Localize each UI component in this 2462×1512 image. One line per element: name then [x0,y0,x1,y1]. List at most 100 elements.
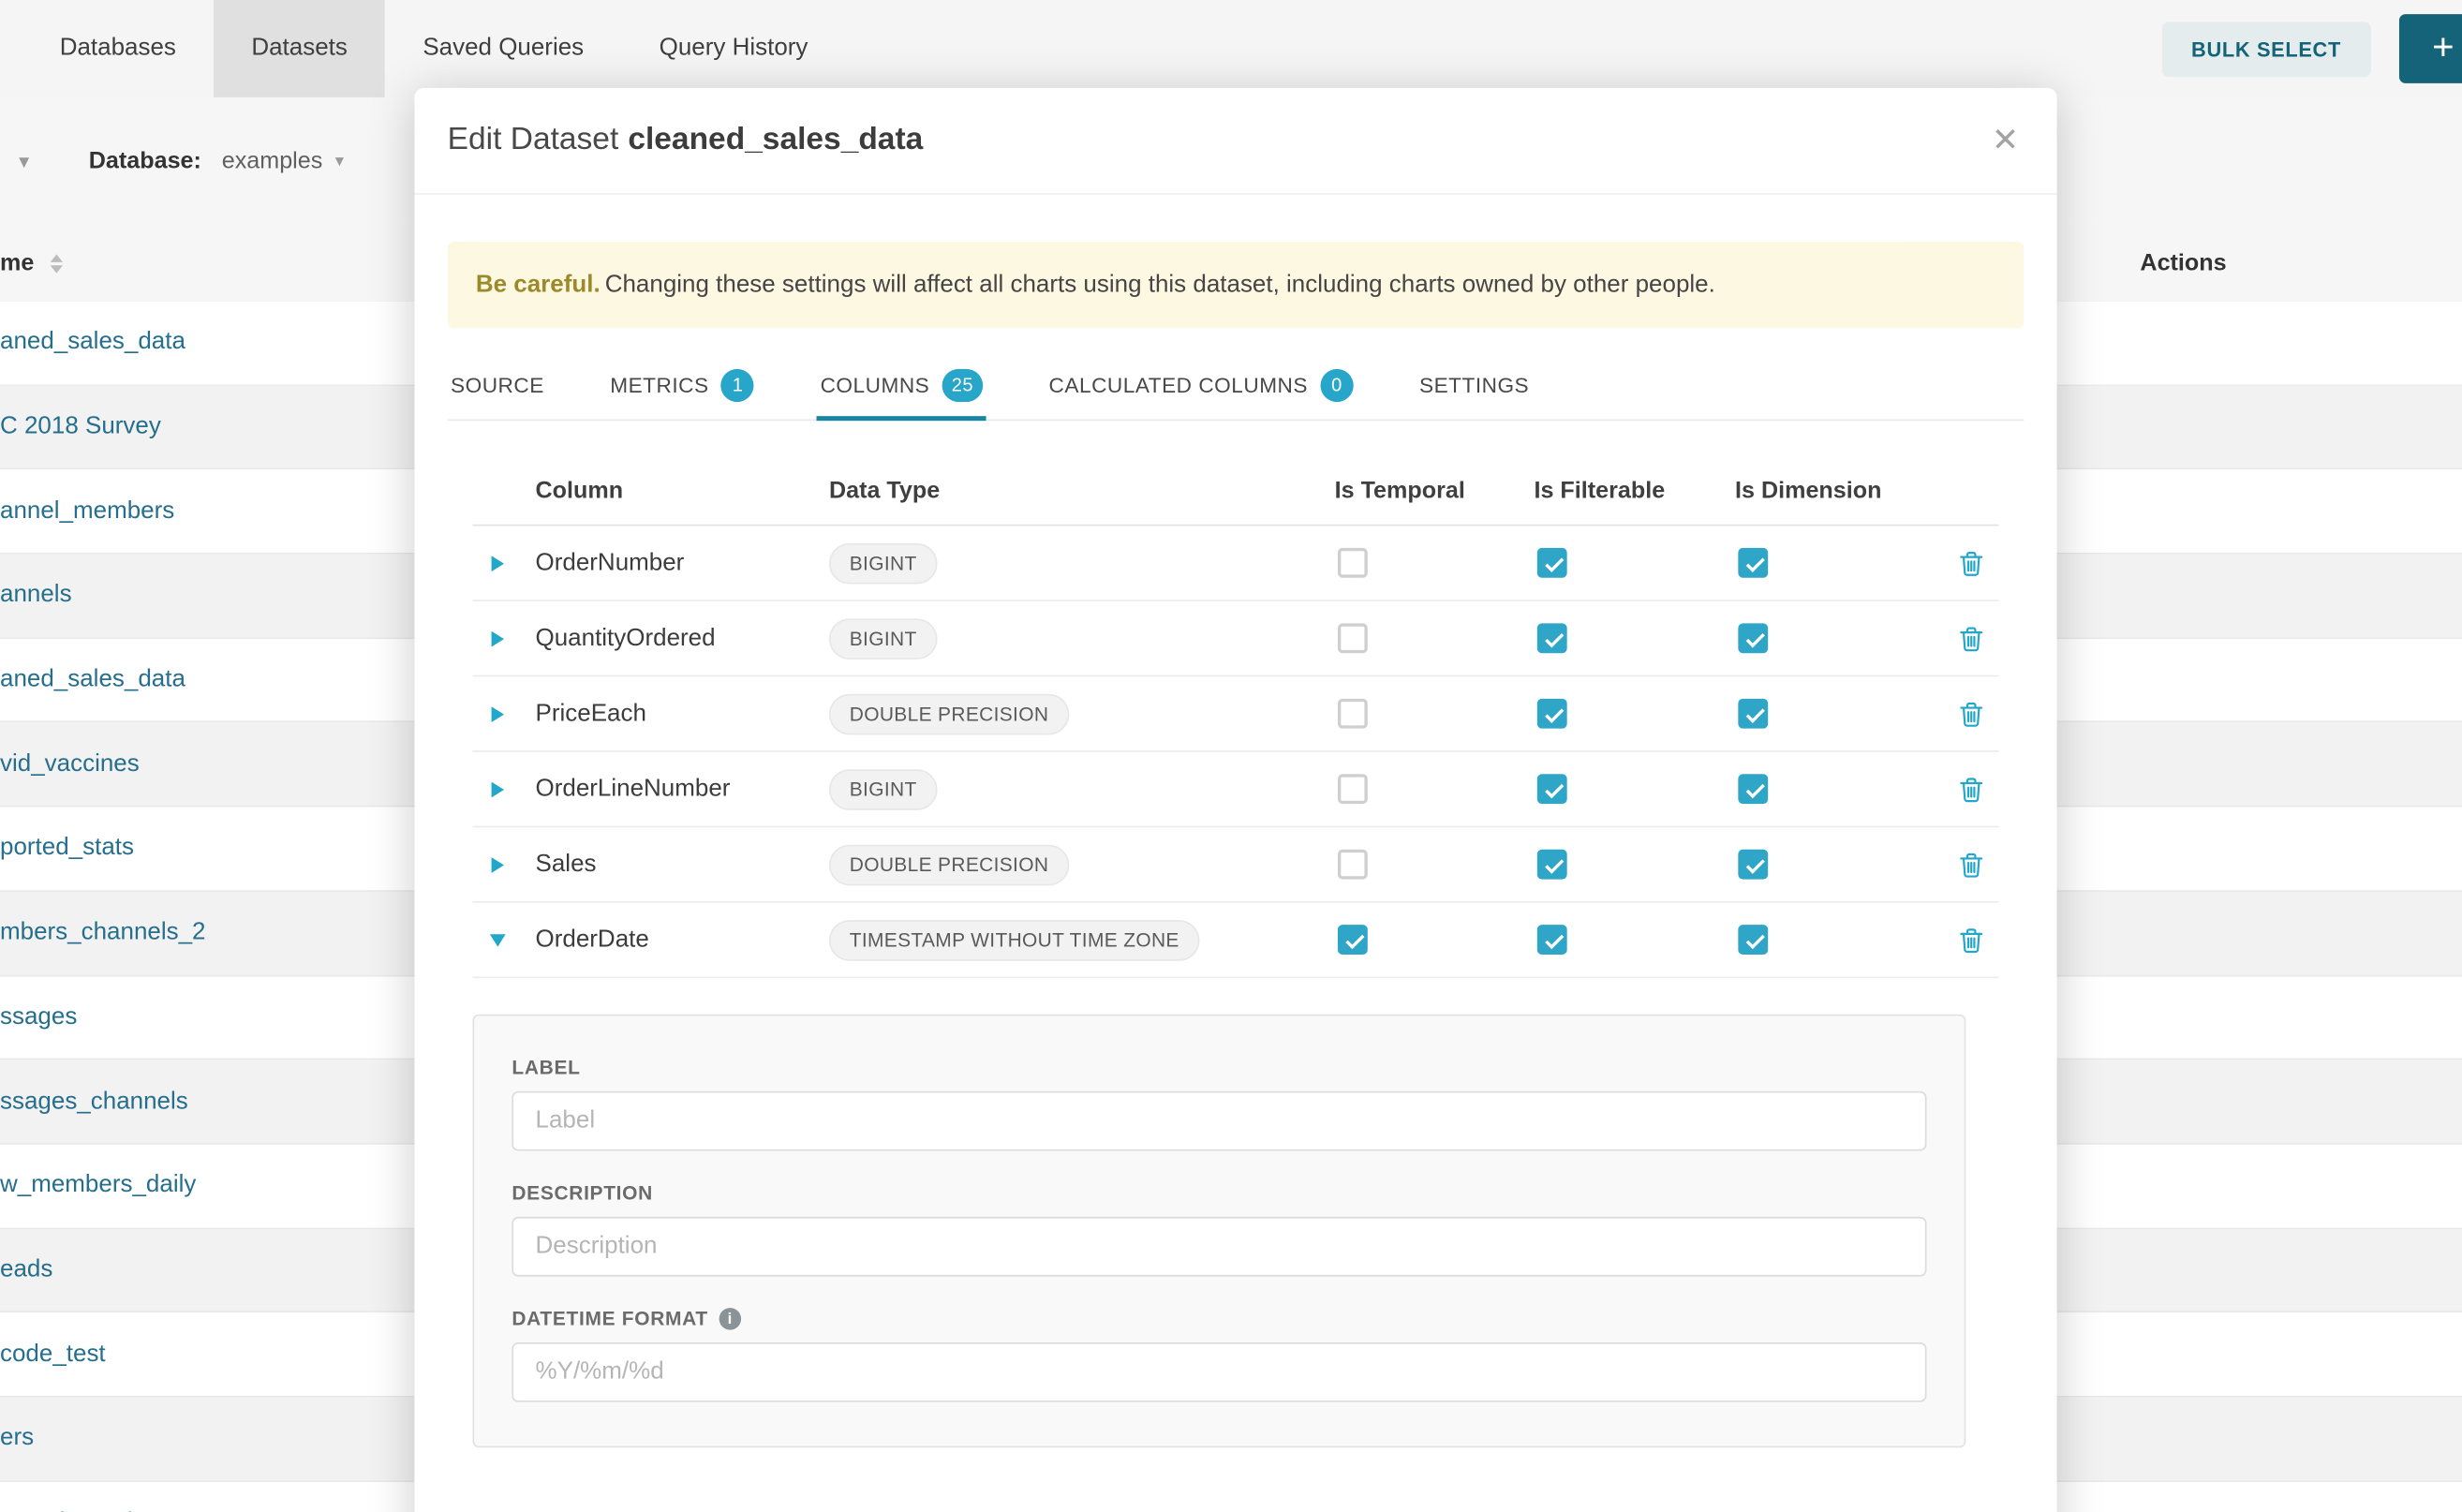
is-filterable-checkbox[interactable] [1537,548,1567,578]
nav-tab-label: Saved Queries [423,35,584,63]
dataset-name: cleaned_sales_data [628,123,923,157]
data-type-cell: BIGINT [829,542,1335,584]
dataset-link[interactable]: aned_sales_data [0,666,185,694]
expand-caret-icon[interactable] [492,856,504,872]
is-temporal-checkbox[interactable] [1338,548,1368,578]
datetime-format-label-text: DATETIME FORMAT [512,1308,707,1329]
chevron-down-icon[interactable]: ▾ [19,148,29,173]
expand-toggle[interactable] [472,630,535,646]
is-filterable-checkbox[interactable] [1537,925,1567,955]
tab[interactable]: SOURCE [448,350,548,420]
dataset-link[interactable]: ported_stats [0,835,134,863]
dataset-link[interactable]: mbers_channels_2 [0,919,206,947]
dataset-link[interactable]: w_members_daily [0,1172,196,1200]
delete-column-button[interactable] [1960,701,1999,726]
tab-count-badge: 1 [721,368,754,401]
expand-caret-icon[interactable] [492,781,504,797]
nav-tab[interactable]: Query History [621,0,845,97]
nav-tab-label: Databases [60,35,176,63]
datetime-format-label: DATETIME FORMAT i [512,1308,1926,1329]
column-name: PriceEach [536,700,829,728]
add-button[interactable]: + [2399,14,2462,83]
columns-table-body: OrderNumber BIGINT [472,526,1998,978]
dataset-link[interactable]: annels [0,582,72,610]
is-dimension-checkbox[interactable] [1738,925,1768,955]
column-name: OrderDate [536,926,829,954]
is-dimension-checkbox[interactable] [1738,548,1768,578]
nav-tab[interactable]: Datasets [214,0,385,97]
warning-banner-text: Changing these settings will affect all … [605,272,1715,298]
chevron-down-icon[interactable]: ▾ [335,151,344,171]
data-type-pill: DOUBLE PRECISION [829,693,1069,734]
name-column-header[interactable]: me [0,249,34,275]
is-dimension-checkbox[interactable] [1738,623,1768,653]
nav-tab[interactable]: Databases [22,0,214,97]
expand-caret-icon[interactable] [490,933,506,945]
dataset-link[interactable]: ers_channels-uzooNNtSRO [0,1509,301,1512]
dataset-link[interactable]: eads [0,1256,52,1284]
is-temporal-checkbox[interactable] [1338,925,1368,955]
is-temporal-cell [1335,548,1535,578]
tab[interactable]: CALCULATED COLUMNS 0 [1046,350,1357,420]
dataset-link[interactable]: C 2018 Survey [0,413,161,441]
is-filterable-cell [1534,925,1735,955]
delete-column-button[interactable] [1960,626,1999,651]
tab[interactable]: METRICS 1 [607,350,758,420]
is-dimension-cell [1735,925,1936,955]
dataset-link[interactable]: annel_members [0,497,174,526]
database-filter-value[interactable]: examples [222,148,323,174]
expand-caret-icon[interactable] [492,705,504,721]
data-type-pill: BIGINT [829,542,937,584]
dataset-link[interactable]: ssages [0,1003,77,1031]
delete-column-button[interactable] [1960,927,1999,953]
is-filterable-checkbox[interactable] [1537,850,1567,880]
dataset-link[interactable]: ssages_channels [0,1088,188,1116]
sort-up-icon [50,254,62,261]
sort-icon[interactable] [50,254,62,273]
data-type-cell: BIGINT [829,618,1335,660]
is-dimension-checkbox[interactable] [1738,699,1768,729]
nav-tab[interactable]: Saved Queries [385,0,621,97]
close-icon[interactable]: ✕ [1992,121,2020,160]
bulk-select-button[interactable]: BULK SELECT [2161,22,2371,77]
dataset-link[interactable]: aned_sales_data [0,329,185,357]
dataset-link[interactable]: code_test [0,1341,106,1369]
tab[interactable]: COLUMNS 25 [817,350,986,420]
expand-caret-icon[interactable] [492,630,504,646]
expand-caret-icon[interactable] [492,555,504,571]
tab[interactable]: SETTINGS [1416,350,1533,420]
label-input[interactable] [512,1091,1926,1151]
expand-toggle[interactable] [472,932,535,948]
delete-column-button[interactable] [1960,777,1999,802]
dataset-link[interactable]: ers [0,1425,34,1453]
expand-toggle[interactable] [472,555,535,571]
is-filterable-cell [1534,850,1735,880]
data-type-pill: BIGINT [829,618,937,660]
is-filterable-cell [1534,623,1735,653]
is-filterable-checkbox[interactable] [1537,774,1567,804]
datetime-format-input[interactable] [512,1342,1926,1402]
expand-toggle[interactable] [472,781,535,797]
modal-tabs: SOURCE METRICS 1 COLUMNS 25 CALCUL [448,350,2024,421]
edit-dataset-modal: Edit Datasetcleaned_sales_data ✕ Be care… [414,88,2056,1512]
dataset-link[interactable]: vid_vaccines [0,750,140,778]
is-dimension-checkbox[interactable] [1738,850,1768,880]
info-icon[interactable]: i [719,1308,741,1329]
is-temporal-checkbox[interactable] [1338,850,1368,880]
is-temporal-checkbox[interactable] [1338,774,1368,804]
delete-column-button[interactable] [1960,852,1999,877]
expand-toggle[interactable] [472,705,535,721]
is-filterable-checkbox[interactable] [1537,623,1567,653]
is-temporal-checkbox[interactable] [1338,699,1368,729]
description-input[interactable] [512,1217,1926,1277]
delete-column-button[interactable] [1960,550,1999,575]
tab-count-badge: 0 [1320,368,1353,401]
column-row: Sales DOUBLE PRECISION [472,827,1998,902]
is-filterable-checkbox[interactable] [1537,699,1567,729]
is-temporal-checkbox[interactable] [1338,623,1368,653]
expand-toggle[interactable] [472,856,535,872]
description-field-label: DESCRIPTION [512,1182,1926,1204]
is-dimension-cell [1735,850,1936,880]
app-root: ▾ Database: examples ▾ me Actions aned_s… [0,0,2462,1512]
is-dimension-checkbox[interactable] [1738,774,1768,804]
